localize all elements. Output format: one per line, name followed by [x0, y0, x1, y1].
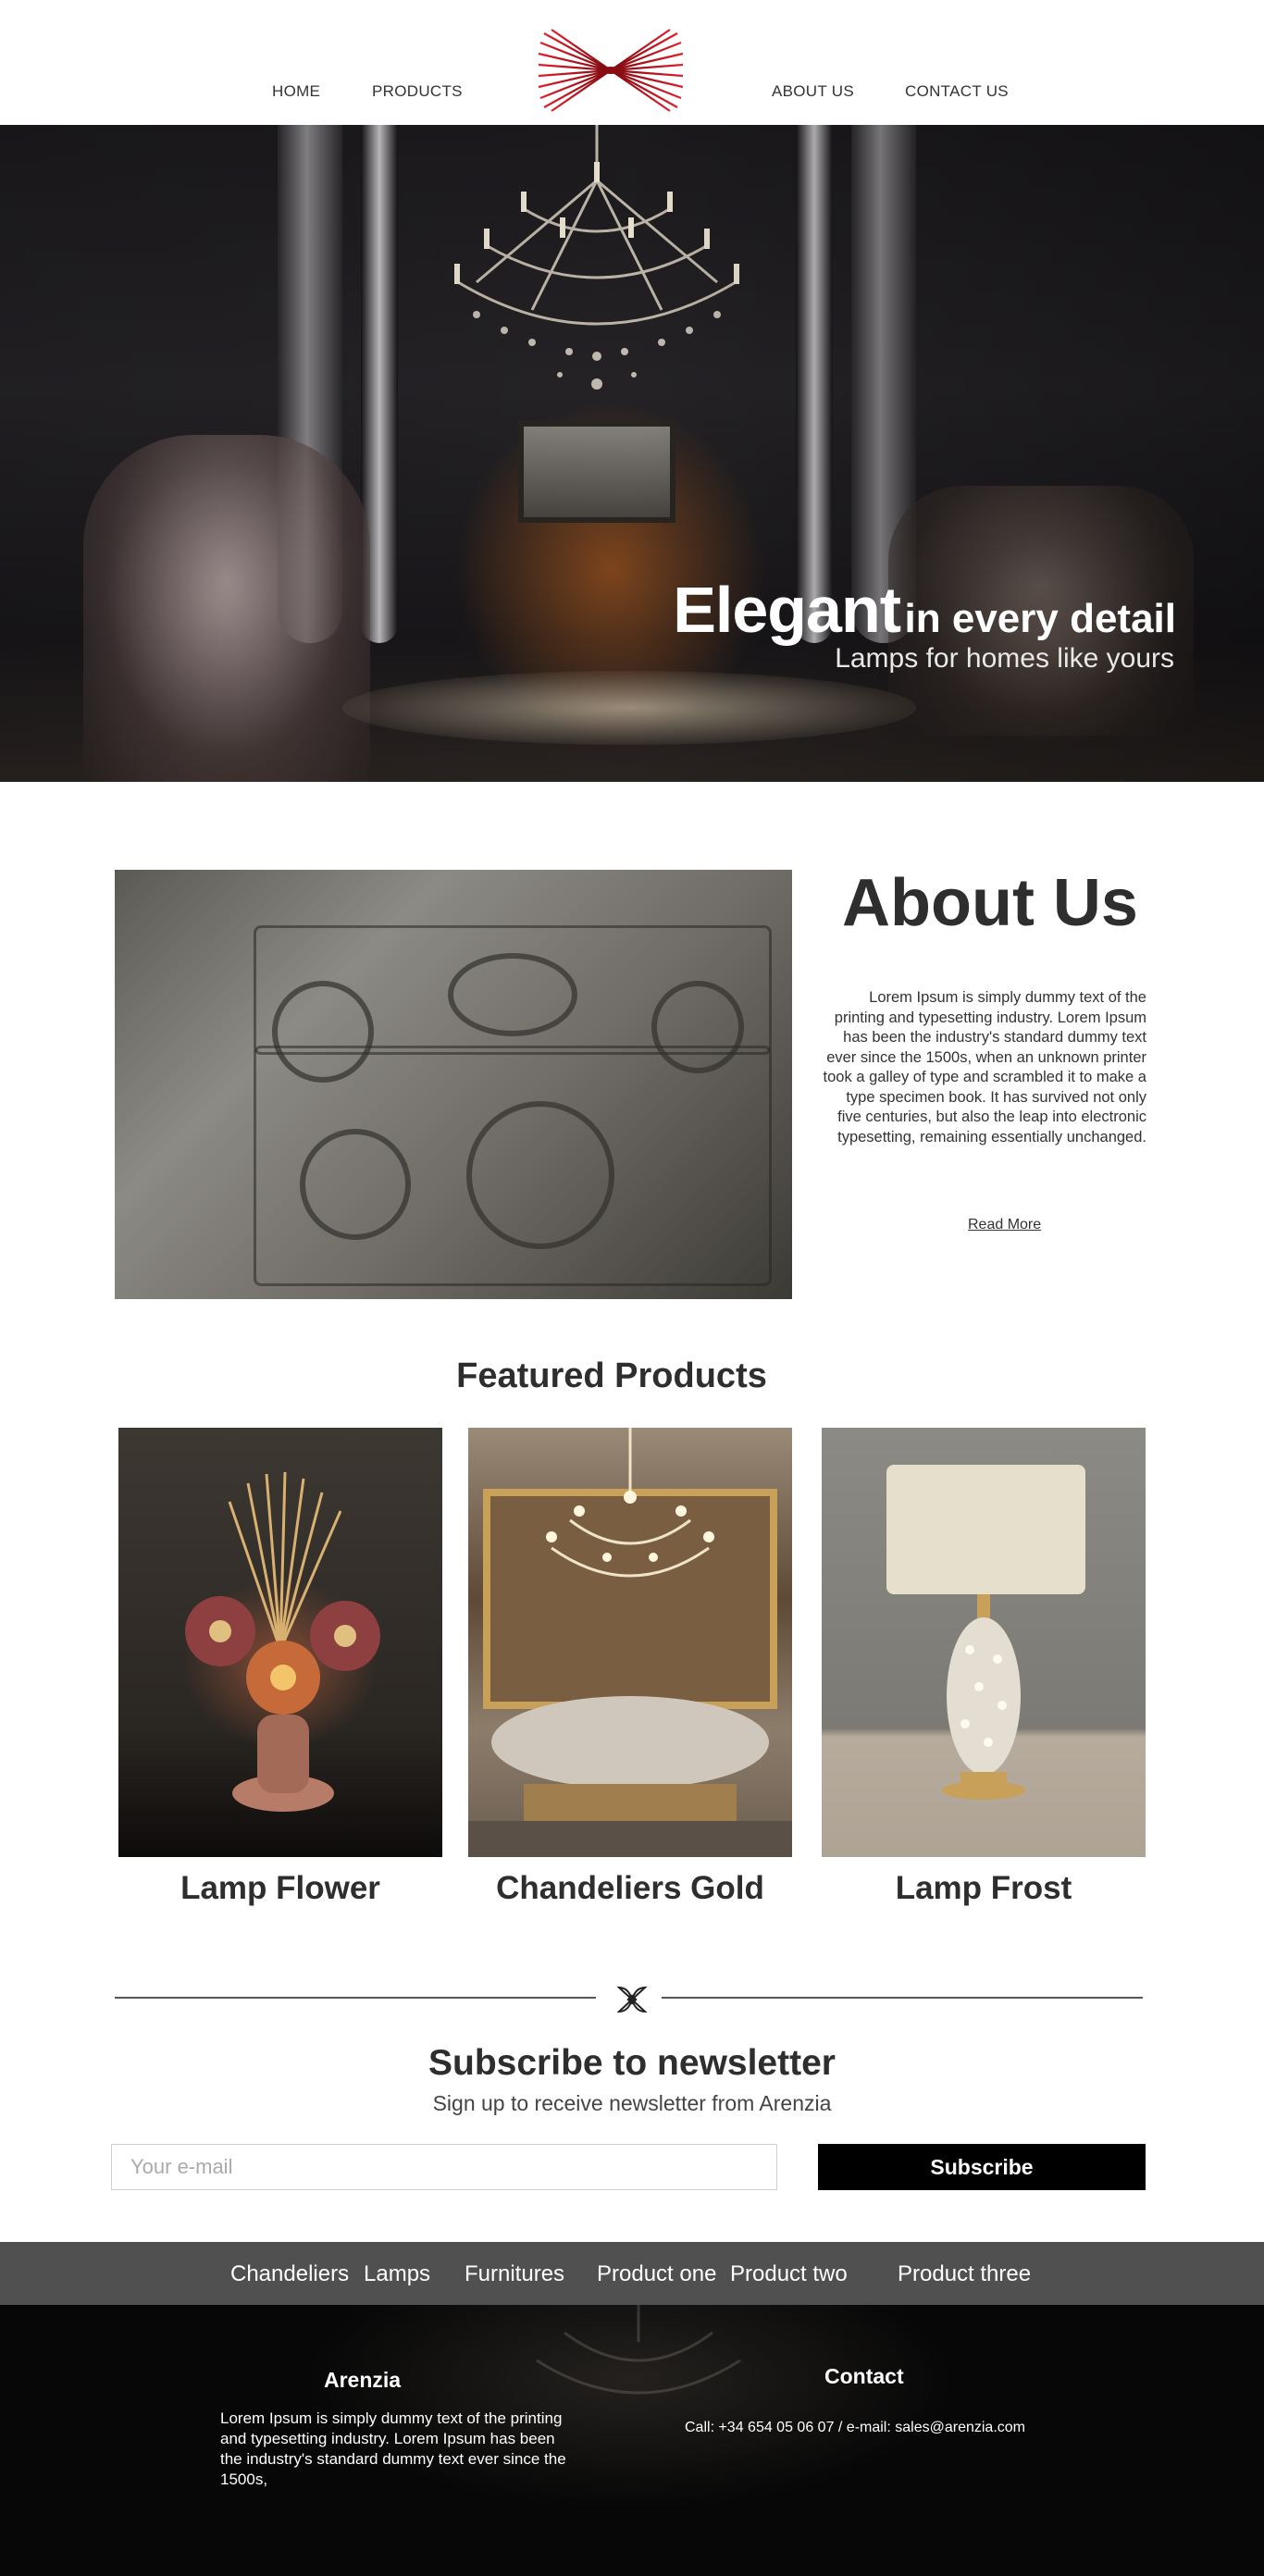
product-name[interactable]: Chandeliers Gold — [468, 1870, 792, 1907]
product-name[interactable]: Lamp Flower — [118, 1870, 442, 1907]
newsletter-subtitle: Sign up to receive newsletter from Arenz… — [432, 2091, 832, 2115]
category-lamps[interactable]: Lamps — [364, 2261, 430, 2287]
divider-line — [662, 1997, 1143, 1999]
product-image-lamp-frost[interactable] — [822, 1428, 1146, 1857]
lamp-flower-icon — [185, 1471, 380, 1812]
dresser-swirl — [272, 981, 374, 1083]
nav-about-us[interactable]: ABOUT US — [772, 82, 854, 101]
category-bar: Chandeliers Lamps Furnitures Product one… — [0, 2242, 1264, 2305]
hero-overlay — [0, 125, 1264, 782]
featured-title: Featured Products — [456, 1356, 767, 1395]
product-name[interactable]: Lamp Frost — [822, 1870, 1146, 1907]
category-product-three[interactable]: Product three — [898, 2261, 1031, 2287]
site-footer: Arenzia Lorem Ipsum is simply dummy text… — [0, 2305, 1264, 2576]
subscribe-button[interactable]: Subscribe — [818, 2144, 1146, 2190]
dresser-swirl — [300, 1129, 411, 1240]
site-header: HOME PRODUCTS ABOUT US CONTACT US — [0, 0, 1264, 125]
about-dresser-image — [115, 870, 792, 1299]
footer-text: Lorem Ipsum is simply dummy text of the … — [220, 2409, 566, 2488]
email-input[interactable] — [111, 2144, 777, 2190]
ornament-icon — [616, 1986, 648, 2013]
category-furnitures[interactable]: Furnitures — [465, 2261, 564, 2287]
product-card[interactable]: Lamp Frost — [822, 1428, 1146, 1907]
dresser-swirl — [651, 981, 744, 1073]
chandelier-gold-icon — [468, 1428, 792, 1857]
hero-banner: Elegant in every detail Lamps for homes … — [0, 125, 1264, 782]
lamp-frost-icon — [886, 1465, 1085, 1800]
dresser-swirl — [466, 1101, 614, 1249]
hero-title: Elegant in every detail — [673, 573, 1176, 647]
footer-brand: Arenzia — [324, 2368, 402, 2392]
category-chandeliers[interactable]: Chandeliers — [230, 2261, 349, 2287]
brand-logo-icon[interactable] — [537, 28, 685, 113]
product-image-chandeliers-gold[interactable] — [468, 1428, 792, 1857]
about-text: Lorem Ipsum is simply dummy text of the … — [823, 989, 1146, 1146]
nav-products[interactable]: PRODUCTS — [372, 82, 463, 101]
category-product-one[interactable]: Product one — [597, 2261, 716, 2287]
category-product-two[interactable]: Product two — [730, 2261, 848, 2287]
footer-contact-title: Contact — [824, 2364, 904, 2388]
hero-subtitle: Lamps for homes like yours — [835, 643, 1174, 674]
newsletter-title: Subscribe to newsletter — [428, 2043, 836, 2083]
read-more-link[interactable]: Read More — [968, 1217, 1041, 1233]
footer-contact-info[interactable]: Call: +34 654 05 06 07 / e-mail: sales@a… — [685, 2420, 1055, 2436]
product-card[interactable]: Chandeliers Gold — [468, 1428, 792, 1907]
dresser-swirl — [448, 953, 577, 1036]
nav-home[interactable]: HOME — [272, 82, 320, 101]
hero-title-big: Elegant — [673, 574, 901, 646]
divider-line — [115, 1997, 596, 1999]
nav-contact-us[interactable]: CONTACT US — [905, 82, 1009, 101]
about-title: About Us — [842, 866, 1138, 940]
hero-title-small: in every detail — [904, 596, 1176, 641]
footer-chandelier-image — [536, 2305, 741, 2395]
product-card[interactable]: Lamp Flower — [118, 1428, 442, 1907]
product-image-lamp-flower[interactable] — [118, 1428, 442, 1857]
